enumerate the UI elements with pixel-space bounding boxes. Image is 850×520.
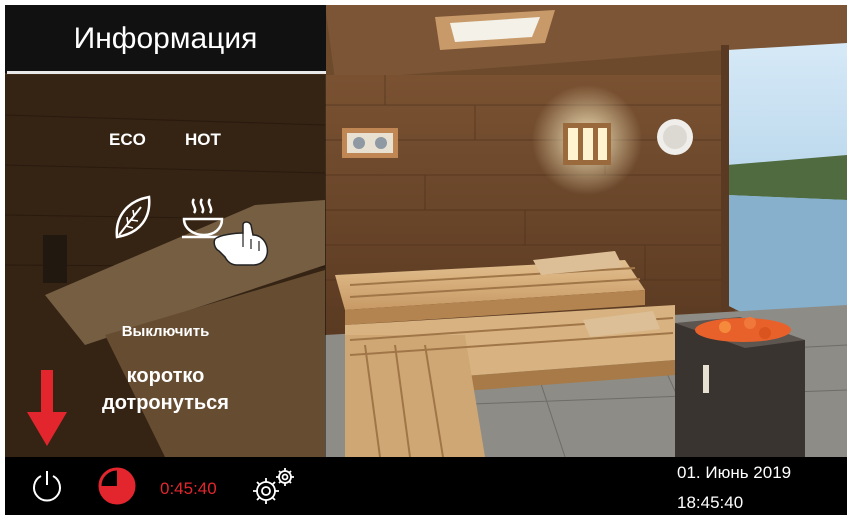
date-readout: 01. Июнь 2019 [677,463,792,482]
timer-icon[interactable] [97,466,137,511]
leaf-icon[interactable] [111,193,153,248]
time-readout: 18:45:40 [677,493,744,512]
hot-label: HOT [185,130,221,149]
eco-label: ECO [109,130,146,149]
timer-readout: 0:45:40 [160,479,217,498]
title-divider [7,71,326,74]
arrow-down-icon [27,370,67,451]
power-off-label: Выключить [121,323,210,340]
settings-gears-icon[interactable] [250,465,298,512]
power-icon[interactable] [30,469,64,508]
sauna-control-screen: Информация ECO HOT Выключить коротко дот… [5,5,847,515]
pointing-hand-icon [213,217,271,274]
page-title: Информация [5,5,326,73]
